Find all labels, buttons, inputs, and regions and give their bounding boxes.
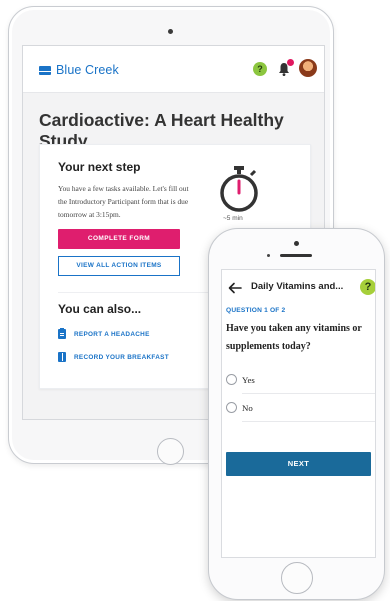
divider (242, 421, 375, 422)
book-icon (58, 352, 66, 362)
phone-home-button[interactable] (281, 562, 313, 594)
next-step-description: You have a few tasks available. Let's fi… (58, 184, 189, 219)
also-heading: You can also... (58, 302, 142, 316)
back-arrow-icon[interactable] (228, 281, 242, 294)
tablet-home-button[interactable] (157, 438, 184, 465)
help-icon[interactable]: ? (253, 62, 267, 76)
record-breakfast-link[interactable]: RECORD YOUR BREAKFAST (58, 352, 169, 362)
brand-logo-icon (39, 65, 51, 75)
question-counter: QUESTION 1 OF 2 (226, 307, 286, 314)
help-icon[interactable]: ? (360, 279, 375, 295)
view-all-action-items-button[interactable]: VIEW ALL ACTION ITEMS (58, 256, 180, 276)
phone-screen: Daily Vitamins and... ? QUESTION 1 OF 2 … (221, 269, 376, 558)
time-estimate: ~5 min (223, 215, 243, 222)
app-header: Blue Creek ? (23, 46, 324, 93)
survey-title: Daily Vitamins and... (251, 281, 344, 292)
next-step-heading: Your next step (58, 160, 141, 174)
brand[interactable]: Blue Creek (39, 63, 119, 77)
stopwatch-icon (217, 165, 261, 213)
option-no[interactable]: No (226, 402, 253, 413)
question-text: Have you taken any vitamins or supplemen… (226, 323, 362, 352)
avatar[interactable] (299, 59, 317, 77)
report-headache-label: REPORT A HEADACHE (74, 330, 150, 338)
radio-button[interactable] (226, 374, 237, 385)
phone-camera (294, 241, 299, 246)
option-label: No (242, 402, 253, 413)
report-headache-link[interactable]: REPORT A HEADACHE (58, 328, 150, 339)
option-label: Yes (242, 374, 255, 385)
bell-icon[interactable] (277, 59, 294, 77)
tablet-camera (168, 29, 173, 34)
record-breakfast-label: RECORD YOUR BREAKFAST (74, 353, 169, 361)
option-yes[interactable]: Yes (226, 374, 255, 385)
brand-name: Blue Creek (56, 63, 119, 77)
phone-speaker (280, 254, 312, 257)
divider (242, 393, 375, 394)
notification-badge (287, 59, 294, 66)
next-button[interactable]: NEXT (226, 452, 371, 476)
phone-sensor (267, 254, 270, 257)
clipboard-icon (58, 328, 66, 339)
phone-device: Daily Vitamins and... ? QUESTION 1 OF 2 … (208, 228, 385, 600)
radio-button[interactable] (226, 402, 237, 413)
complete-form-button[interactable]: COMPLETE FORM (58, 229, 180, 249)
